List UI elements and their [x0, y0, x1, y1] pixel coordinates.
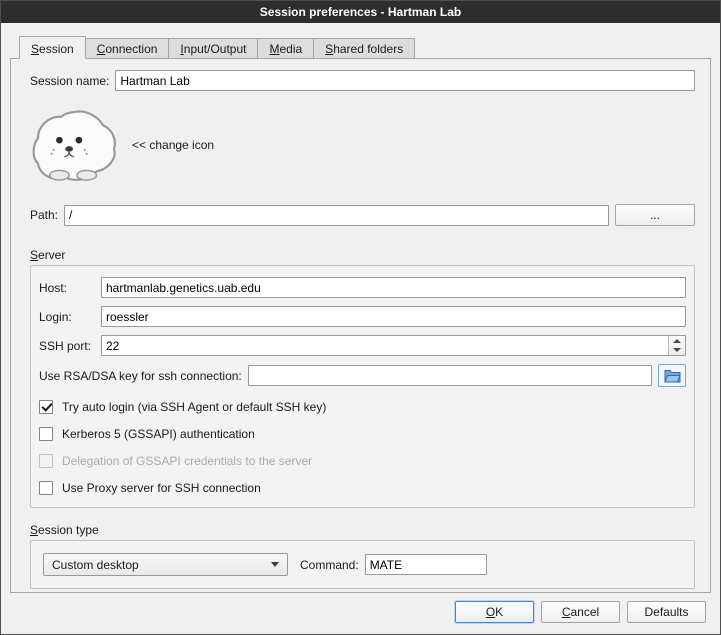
command-input[interactable] [365, 554, 487, 575]
login-label: Login: [39, 310, 101, 324]
tab-shared-folders[interactable]: Shared folders [313, 38, 415, 59]
rsa-key-row: Use RSA/DSA key for ssh connection: [39, 364, 686, 387]
ssh-port-label: SSH port: [39, 339, 101, 353]
login-input[interactable] [101, 306, 686, 327]
path-label: Path: [30, 208, 58, 222]
window-title: Session preferences - Hartman Lab [260, 5, 461, 19]
host-input[interactable] [101, 277, 686, 298]
tab-bar: Session Connection Input/Output Media Sh… [19, 36, 720, 59]
server-group-heading: Server [30, 248, 695, 262]
spin-up-icon[interactable] [669, 336, 685, 346]
rsa-key-browse-button[interactable] [658, 364, 686, 387]
ssh-port-input[interactable] [101, 335, 686, 356]
session-tab-panel: Session name: << change icon Path: ... S… [10, 58, 711, 593]
ssh-port-spinbox [101, 335, 686, 356]
kerberos-row: Kerberos 5 (GSSAPI) authentication [39, 427, 686, 441]
titlebar[interactable]: Session preferences - Hartman Lab [1, 1, 720, 23]
host-label: Host: [39, 281, 101, 295]
proxy-checkbox[interactable] [39, 481, 53, 495]
spin-down-icon[interactable] [669, 346, 685, 356]
auto-login-label: Try auto login (via SSH Agent or default… [62, 400, 326, 414]
path-input[interactable] [64, 205, 609, 226]
path-browse-button[interactable]: ... [615, 204, 695, 226]
session-preferences-dialog: Session preferences - Hartman Lab Sessio… [0, 0, 721, 635]
dialog-footer: OK Cancel Defaults [1, 593, 720, 634]
gssapi-delegation-checkbox [39, 454, 53, 468]
host-row: Host: [39, 277, 686, 298]
tab-session[interactable]: Session [19, 36, 86, 59]
session-name-input[interactable] [115, 70, 695, 91]
defaults-button[interactable]: Defaults [627, 601, 706, 623]
server-groupbox: Host: Login: SSH port: Use RSA/DSA key [30, 265, 695, 508]
folder-icon [664, 369, 681, 383]
tab-media[interactable]: Media [257, 38, 314, 59]
auto-login-row: Try auto login (via SSH Agent or default… [39, 400, 686, 414]
gssapi-delegation-label: Delegation of GSSAPI credentials to the … [62, 454, 312, 468]
cancel-button[interactable]: Cancel [541, 601, 620, 623]
rsa-key-label: Use RSA/DSA key for ssh connection: [39, 369, 242, 383]
session-type-dropdown[interactable]: Custom desktop [43, 553, 288, 576]
ssh-port-spin-buttons [668, 336, 685, 355]
command-label: Command: [300, 558, 359, 572]
session-name-row: Session name: [30, 70, 695, 91]
gssapi-delegation-row: Delegation of GSSAPI credentials to the … [39, 454, 686, 468]
session-type-selected-value: Custom desktop [52, 558, 265, 572]
login-row: Login: [39, 306, 686, 327]
change-icon-label[interactable]: << change icon [132, 138, 214, 152]
path-row: Path: ... [30, 204, 695, 226]
rsa-key-input[interactable] [248, 365, 652, 386]
session-icon-row: << change icon [30, 106, 695, 184]
session-name-label: Session name: [30, 74, 109, 88]
session-type-groupbox: Custom desktop Command: [30, 540, 695, 589]
ssh-port-row: SSH port: [39, 335, 686, 356]
tab-connection[interactable]: Connection [85, 38, 170, 59]
auto-login-checkbox[interactable] [39, 400, 53, 414]
chevron-down-icon [271, 562, 279, 567]
proxy-label: Use Proxy server for SSH connection [62, 481, 261, 495]
proxy-row: Use Proxy server for SSH connection [39, 481, 686, 495]
kerberos-label: Kerberos 5 (GSSAPI) authentication [62, 427, 255, 441]
ok-button[interactable]: OK [455, 601, 534, 623]
tab-input-output[interactable]: Input/Output [168, 38, 258, 59]
kerberos-checkbox[interactable] [39, 427, 53, 441]
session-type-heading: Session type [30, 523, 695, 537]
seal-icon[interactable] [30, 107, 120, 183]
